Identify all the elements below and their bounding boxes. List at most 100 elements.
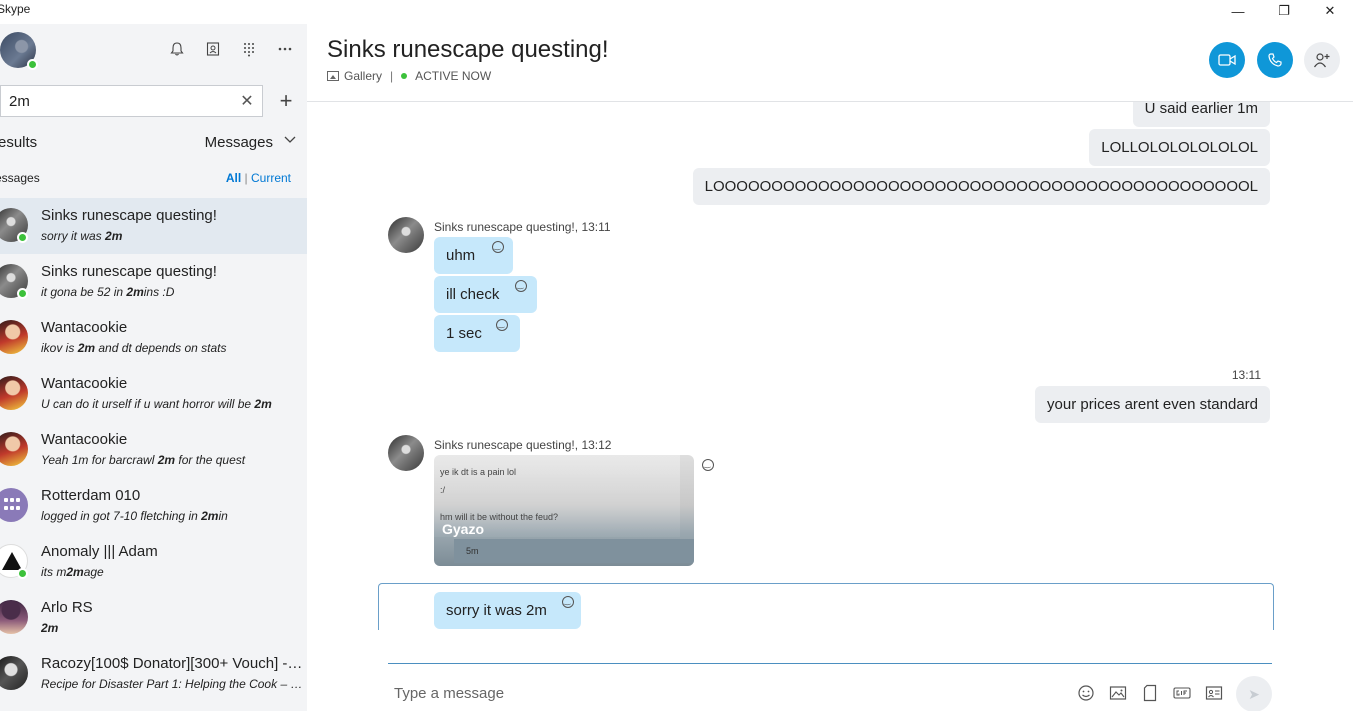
add-participant-button[interactable] [1304, 42, 1340, 78]
contact-avatar [0, 656, 28, 690]
result-snippet: 2m [41, 621, 305, 635]
snippet-text: it gona be 52 in [41, 285, 127, 299]
result-contact-name: Racozy[100$ Donator][300+ Vouch] - [.. [41, 655, 303, 672]
audio-call-button[interactable] [1257, 42, 1293, 78]
restore-button[interactable]: ❐ [1261, 0, 1307, 22]
message-input[interactable] [394, 682, 1054, 704]
search-result-item[interactable]: Sinks runescape questing! sorry it was 2m [0, 198, 307, 254]
more-icon[interactable] [274, 38, 296, 60]
attachment-chip: 5m [454, 539, 694, 563]
triangle-logo-icon [2, 552, 22, 570]
dialpad-icon[interactable] [238, 38, 260, 60]
highlighted-message-box: sorry it was 2m [378, 583, 1274, 630]
gallery-link[interactable]: Gallery [344, 69, 382, 83]
online-status-icon [17, 288, 28, 299]
result-snippet: its m2mage [41, 565, 305, 579]
messages-section-header: essages All | Current [0, 170, 295, 188]
sender-avatar[interactable] [388, 435, 424, 471]
contact-avatar [0, 320, 28, 354]
sender-avatar[interactable] [388, 217, 424, 253]
add-person-icon [1314, 53, 1330, 68]
file-icon[interactable] [1140, 683, 1160, 703]
minimize-button[interactable]: — [1215, 0, 1261, 22]
attachment-chip-text: 5m [466, 546, 479, 556]
new-chat-button[interactable]: + [275, 88, 297, 113]
online-status-icon [27, 59, 38, 70]
scope-switch: All | Current [226, 171, 291, 185]
contact-avatar [0, 488, 28, 522]
send-button[interactable]: ➤ [1236, 676, 1272, 711]
image-attachment[interactable]: ye ik dt is a pain lol :/ hm will it be … [434, 455, 694, 566]
react-emoji-icon[interactable] [492, 241, 504, 253]
message-bubble-outgoing[interactable]: U said earlier 1m [1132, 102, 1270, 127]
header-separator: | [390, 69, 394, 83]
video-call-button[interactable] [1209, 42, 1245, 78]
attachment-text-line: :/ [440, 485, 446, 495]
scope-current-link[interactable]: Current [251, 171, 291, 185]
sender-line: Sinks runescape questing!, 13:11 [434, 220, 611, 234]
gif-icon[interactable] [1172, 683, 1192, 703]
conversation-title[interactable]: Sinks runescape questing! [327, 36, 609, 64]
messages-section-label: essages [0, 171, 40, 185]
snippet-text: age [83, 565, 104, 579]
message-bubble-incoming[interactable]: sorry it was 2m [434, 592, 581, 629]
contact-avatar [0, 432, 28, 466]
bell-icon[interactable] [166, 38, 188, 60]
message-bubble-outgoing[interactable]: your prices arent even standard [1035, 386, 1270, 423]
emoji-icon[interactable] [1076, 683, 1096, 703]
results-header: esults Messages [0, 132, 303, 156]
conversation-header: Sinks runescape questing! Gallery | ACTI… [307, 24, 1353, 102]
react-emoji-icon[interactable] [515, 280, 527, 292]
react-emoji-icon[interactable] [496, 319, 508, 331]
results-filter-dropdown[interactable]: Messages [205, 134, 273, 151]
message-bubble-outgoing[interactable]: LOOOOOOOOOOOOOOOOOOOOOOOOOOOOOOOOOOOOOOO… [692, 168, 1270, 205]
snippet-text: ins :D [143, 285, 175, 299]
result-contact-name: Sinks runescape questing! [41, 263, 217, 280]
contact-card-icon[interactable] [1204, 683, 1224, 703]
image-icon[interactable] [1108, 683, 1128, 703]
online-status-icon [17, 568, 28, 579]
search-result-item[interactable]: Arlo RS 2m [0, 590, 307, 646]
snippet-text: logged in got 7-10 fletching in [41, 509, 202, 523]
search-result-item[interactable]: Rotterdam 010 logged in got 7-10 fletchin… [0, 478, 307, 534]
snippet-match: 2m [105, 229, 123, 243]
snippet-match: 2m [157, 453, 176, 467]
search-result-item[interactable]: Sinks runescape questing! it gona be 52 i… [0, 254, 307, 310]
active-status-text: ACTIVE NOW [415, 69, 492, 83]
active-status-icon [401, 73, 408, 79]
search-result-item[interactable]: Racozy[100$ Donator][300+ Vouch] - [.. Re… [0, 646, 307, 702]
sender-line: Sinks runescape questing!, 13:12 [434, 438, 611, 452]
search-result-item[interactable]: Wantacookie ikov is 2m and dt depends on … [0, 310, 307, 366]
profile-avatar[interactable] [0, 32, 38, 70]
result-snippet: it gona be 52 in 2mins :D [41, 285, 305, 299]
react-emoji-icon[interactable] [562, 596, 574, 608]
search-input[interactable] [9, 91, 229, 111]
conversation-subtitle: Gallery | ACTIVE NOW [327, 69, 491, 83]
snippet-match: 2m [254, 397, 272, 411]
result-snippet: logged in got 7-10 fletching in 2min [41, 509, 305, 523]
contact-avatar [0, 376, 28, 410]
message-bubble-incoming[interactable]: 1 sec [434, 315, 520, 352]
message-bubble-outgoing[interactable]: LOLLOLOLOLOLOLOL [1089, 129, 1270, 166]
scope-separator: | [244, 171, 248, 185]
attachment-text-line: ye ik dt is a pain lol [440, 467, 517, 477]
result-snippet: U can do it urself if u want horror will… [41, 397, 305, 411]
send-icon: ➤ [1248, 685, 1260, 702]
search-box: ✕ [0, 85, 263, 117]
react-emoji-icon[interactable] [702, 459, 714, 471]
result-snippet: sorry it was 2m [41, 229, 305, 243]
message-time: 13:11 [581, 220, 611, 234]
gallery-icon[interactable] [327, 71, 339, 81]
search-result-item[interactable]: Wantacookie U can do it urself if u want … [0, 366, 307, 422]
search-result-item[interactable]: Wantacookie Yeah 1m for barcrawl 2m for t… [0, 422, 307, 478]
scope-all-link[interactable]: All [226, 171, 241, 185]
clear-search-icon[interactable]: ✕ [238, 92, 256, 110]
title-bar: Skype — ❐ ✕ [0, 0, 1353, 24]
snippet-text: Yeah 1m for barcrawl [41, 453, 158, 467]
close-button[interactable]: ✕ [1307, 0, 1353, 22]
search-result-item[interactable]: Anomaly ||| Adam its m2mage [0, 534, 307, 590]
contacts-icon[interactable] [202, 38, 224, 60]
online-status-icon [17, 232, 28, 243]
snippet-text: ikov is [41, 341, 78, 355]
chevron-down-icon[interactable] [283, 132, 297, 149]
